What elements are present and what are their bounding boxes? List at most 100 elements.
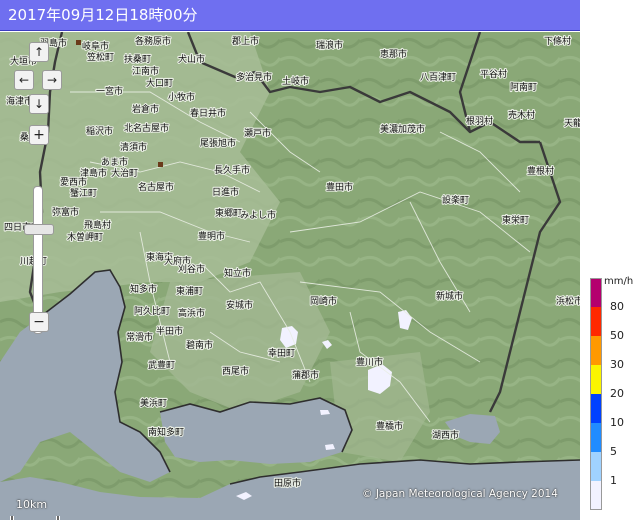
map-label-taketoyo: 武豊町 bbox=[148, 359, 175, 371]
legend-swatch bbox=[590, 423, 602, 452]
legend-swatch bbox=[590, 481, 602, 510]
map-label-kakamigahara: 各務原市 bbox=[135, 35, 171, 47]
pan-right-button[interactable]: → bbox=[42, 70, 62, 90]
pan-down-button[interactable]: ↓ bbox=[29, 94, 49, 114]
scale-line bbox=[10, 516, 60, 520]
map-label-tajimi: 多治見市 bbox=[236, 71, 272, 83]
timestamp-header: 2017年09月12日18時00分 bbox=[0, 0, 580, 31]
map-label-toki: 土岐市 bbox=[282, 75, 309, 87]
map-label-seto: 瀬戸市 bbox=[244, 127, 271, 139]
legend-label: 20 bbox=[610, 387, 624, 400]
map-label-kanie: 蟹江町 bbox=[70, 187, 97, 199]
map-label-hamamatsu: 浜松市 bbox=[556, 295, 580, 307]
observation-time: 2017年09月12日18時00分 bbox=[8, 6, 198, 24]
map-label-anan: 阿南町 bbox=[510, 81, 537, 93]
map-label-kariya: 刈谷市 bbox=[178, 263, 205, 275]
map-label-komaki: 小牧市 bbox=[168, 91, 195, 103]
map-canvas[interactable]: 岐阜市 各務原市 犬山市 扶桑町 江南市 大口町 笠松町 一宮市 多治見市 土岐… bbox=[0, 32, 580, 520]
legend-swatch bbox=[590, 336, 602, 365]
map-label-shimojo: 下條村 bbox=[544, 35, 571, 47]
map-label-tahara: 田原市 bbox=[274, 477, 301, 489]
map-label-ena: 恵那市 bbox=[380, 48, 407, 60]
map-label-kota: 幸田町 bbox=[268, 348, 295, 359]
map-label-oharu: 大治町 bbox=[111, 167, 138, 179]
legend-swatch bbox=[590, 365, 602, 394]
map-label-kasamatsu: 笠松町 bbox=[87, 51, 114, 63]
map-label-inazawa: 稲沢市 bbox=[86, 125, 113, 137]
map-label-gifu: 岐阜市 bbox=[82, 40, 109, 52]
map-label-higashiura: 東浦町 bbox=[176, 285, 203, 297]
zoom-in-button[interactable]: + bbox=[29, 125, 49, 145]
map-label-ama: あま市 bbox=[101, 156, 128, 168]
map-label-kitanagoya: 北名古屋市 bbox=[124, 122, 169, 134]
mikawa-bay bbox=[160, 398, 352, 464]
map-label-iwakura: 岩倉市 bbox=[132, 103, 159, 115]
map-label-konan: 江南市 bbox=[132, 65, 159, 77]
map-label-oguchi: 大口町 bbox=[146, 77, 173, 89]
map-label-toyota: 豊田市 bbox=[326, 181, 353, 193]
map-label-chita: 知多市 bbox=[130, 283, 157, 295]
map-label-neba: 根羽村 bbox=[466, 115, 493, 127]
precipitation-legend: mm/h 80 50 30 20 10 5 1 bbox=[590, 276, 640, 516]
map-label-toei: 東栄町 bbox=[502, 214, 529, 226]
map-label-nishio: 西尾市 bbox=[222, 365, 249, 377]
legend-label: 1 bbox=[610, 474, 617, 487]
map-label-inuyama: 犬山市 bbox=[178, 53, 205, 65]
map-label-nisshin: 日進市 bbox=[212, 186, 239, 198]
map-label-nagakute: 長久手市 bbox=[214, 164, 250, 176]
map-label-gujo: 郡上市 bbox=[232, 35, 259, 47]
map-label-ichinomiya: 一宮市 bbox=[96, 85, 123, 97]
map-label-fuso: 扶桑町 bbox=[124, 53, 151, 65]
map-label-toyohashi: 豊橋市 bbox=[376, 420, 403, 432]
map-label-okazaki: 岡崎市 bbox=[310, 295, 337, 307]
map-area[interactable]: 岐阜市 各務原市 犬山市 扶桑町 江南市 大口町 笠松町 一宮市 多治見市 土岐… bbox=[0, 32, 580, 520]
zoom-slider-thumb[interactable] bbox=[24, 224, 54, 235]
map-label-tokoname: 常滑市 bbox=[126, 331, 153, 343]
map-label-toyokawa: 豊川市 bbox=[356, 356, 383, 368]
map-label-yaotsu: 八百津町 bbox=[420, 72, 456, 83]
pan-left-button[interactable]: ← bbox=[14, 70, 34, 90]
legend-label: 10 bbox=[610, 416, 624, 429]
legend-unit: mm/h bbox=[604, 276, 634, 287]
map-label-mihama: 美浜町 bbox=[140, 397, 167, 409]
map-label-nagoya: 名古屋市 bbox=[138, 181, 174, 193]
map-label-kisosaki: 木曽岬町 bbox=[67, 231, 103, 243]
map-label-tobishima: 飛島村 bbox=[84, 219, 111, 231]
landmark-marker bbox=[76, 40, 81, 45]
legend-swatch bbox=[590, 394, 602, 423]
map-label-shitara: 設楽町 bbox=[442, 194, 469, 206]
map-label-hiraya: 平谷村 bbox=[480, 68, 507, 80]
map-label-handa: 半田市 bbox=[156, 325, 183, 337]
legend-swatch bbox=[590, 278, 602, 307]
legend-label: 50 bbox=[610, 329, 624, 342]
map-label-gamagori: 蒲郡市 bbox=[292, 369, 319, 381]
map-label-mizunami: 瑞浪市 bbox=[316, 39, 343, 51]
map-label-kosai: 湖西市 bbox=[432, 429, 459, 441]
scale-bar: 10km bbox=[10, 498, 90, 520]
legend-swatch bbox=[590, 452, 602, 481]
map-label-takahama: 高浜市 bbox=[178, 307, 205, 319]
map-label-kasugai: 春日井市 bbox=[190, 107, 226, 119]
map-label-yatomi: 弥富市 bbox=[52, 206, 79, 218]
map-label-chiryu: 知立市 bbox=[224, 267, 251, 279]
landmark-marker bbox=[158, 162, 163, 167]
map-label-minamichita: 南知多町 bbox=[148, 426, 184, 438]
map-label-owariasahi: 尾張旭市 bbox=[200, 137, 236, 149]
legend-label: 5 bbox=[610, 445, 617, 458]
map-label-tenryu: 天龍村 bbox=[564, 117, 580, 129]
pan-up-button[interactable]: ↑ bbox=[29, 42, 49, 62]
map-label-anjo: 安城市 bbox=[226, 299, 253, 311]
map-label-agui: 阿久比町 bbox=[134, 305, 170, 317]
legend-swatch bbox=[590, 307, 602, 336]
map-label-urugi: 売木村 bbox=[508, 109, 535, 121]
map-label-togo: 東郷町 bbox=[215, 207, 242, 219]
radar-map-viewer: 2017年09月12日18時00分 岐阜市 各務原市 犬山市 扶桑町 江南市 大… bbox=[0, 0, 640, 520]
map-label-hekinan: 碧南市 bbox=[186, 339, 213, 351]
map-label-kiyosu: 清須市 bbox=[120, 141, 147, 153]
map-label-mino: 美濃加茂市 bbox=[380, 123, 425, 135]
map-label-aisai: 愛西市 bbox=[60, 176, 87, 188]
map-label-toyone: 豊根村 bbox=[527, 165, 554, 177]
zoom-out-button[interactable]: − bbox=[29, 312, 49, 332]
map-label-toyoake: 豊明市 bbox=[198, 230, 225, 242]
legend-label: 30 bbox=[610, 358, 624, 371]
